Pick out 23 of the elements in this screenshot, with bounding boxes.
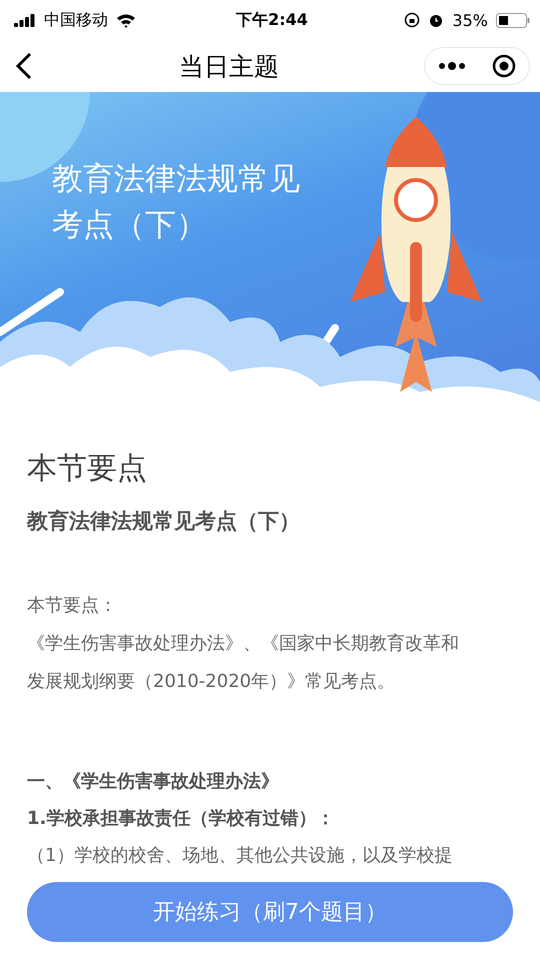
hero-title: 考点（下） <box>52 206 208 245</box>
section-subtitle: 教育法律法规常见考点（下） <box>27 508 301 535</box>
battery-percent: 35% <box>452 10 488 30</box>
wifi-icon <box>116 12 136 28</box>
alarm-icon <box>428 12 444 28</box>
intro-text: 《学生伤害事故处理办法》、《国家中长期教育改革和 <box>27 632 460 656</box>
intro-label: 本节要点： <box>27 594 118 618</box>
section-title: 一、《学生伤害事故处理办法》 <box>27 770 280 794</box>
more-icon[interactable] <box>438 62 464 70</box>
intro-text: 发展规划纲要（2010-2020年）》常见考点。 <box>27 670 396 694</box>
point-title: 1.学校承担事故责任（学校有过错）： <box>27 807 336 831</box>
section-heading: 本节要点 <box>27 450 148 488</box>
signal-icon <box>14 13 36 27</box>
hero-title: 教育法律法规常见 <box>52 160 300 199</box>
capsule-menu[interactable] <box>424 47 530 85</box>
battery-icon <box>496 12 530 28</box>
back-icon[interactable] <box>14 51 34 81</box>
clock-time: 下午2:44 <box>236 10 308 30</box>
rotation-lock-icon <box>404 12 420 28</box>
carrier-name: 中国移动 <box>44 10 108 30</box>
point-text: （1）学校的校舍、场地、其他公共设施，以及学校提 <box>27 844 454 868</box>
start-practice-button[interactable]: 开始练习（刷7个题目） <box>27 882 513 942</box>
page-title: 当日主题 <box>179 50 279 82</box>
